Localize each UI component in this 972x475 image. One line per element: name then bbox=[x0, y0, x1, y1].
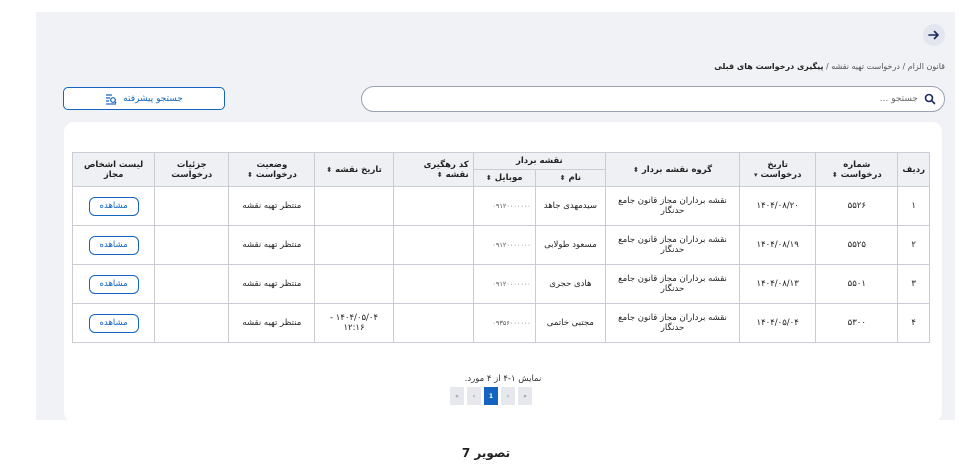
cell-tracking bbox=[392, 303, 474, 343]
cell-row: ۲ bbox=[897, 225, 930, 265]
cell-status: منتظر تهیه نقشه bbox=[228, 186, 316, 226]
cell-group: نقشه برداران مجاز قانون جامع حدنگار bbox=[604, 186, 741, 226]
view-button[interactable]: مشاهده bbox=[88, 235, 139, 255]
search-icon[interactable] bbox=[924, 93, 936, 105]
breadcrumb-separator: / bbox=[899, 62, 908, 71]
cell-mobile: ۰۹۱۲۰۰۰۰۰۰۰ bbox=[472, 264, 536, 304]
cell-row: ۳ bbox=[897, 264, 930, 304]
sort-icon[interactable]: ⬍ bbox=[247, 171, 253, 179]
search-input[interactable] bbox=[398, 94, 918, 104]
cell-tracking bbox=[392, 186, 474, 226]
column-header-details: جزئیات درخواست bbox=[154, 152, 230, 187]
cell-group: نقشه برداران مجاز قانون جامع حدنگار bbox=[604, 303, 741, 343]
sort-desc-icon[interactable]: ▾ bbox=[754, 171, 758, 179]
view-button[interactable]: مشاهده bbox=[88, 196, 139, 216]
sort-icon[interactable]: ⬍ bbox=[437, 171, 443, 179]
cell-details bbox=[154, 303, 230, 343]
page-number-button[interactable]: 1 bbox=[484, 387, 498, 405]
requests-table: ردیف شماره درخواست⬍ تاریخ درخواست▾ گروه … bbox=[71, 152, 930, 343]
breadcrumb-item-law[interactable]: قانون الزام bbox=[908, 62, 945, 71]
filter-search-icon bbox=[106, 93, 117, 105]
cell-mobile: ۰۹۱۲۰۰۰۰۰۰۰ bbox=[472, 186, 536, 226]
column-header-group[interactable]: گروه نقشه بردار⬍ bbox=[604, 152, 741, 187]
column-header-map-date[interactable]: تاریخ نقشه⬍ bbox=[314, 152, 394, 187]
results-summary: نمایش ۱-۴ از ۴ مورد. bbox=[464, 374, 542, 384]
cell-status: منتظر تهیه نقشه bbox=[228, 264, 316, 304]
cell-request-date: ۱۴۰۴/۰۸/۲۰ bbox=[739, 186, 817, 226]
last-page-button[interactable]: » bbox=[518, 387, 532, 405]
cell-map-date bbox=[314, 264, 394, 304]
column-header-request-number[interactable]: شماره درخواست⬍ bbox=[815, 152, 899, 187]
breadcrumb-item-map-request[interactable]: درخواست تهیه نقشه bbox=[831, 62, 900, 71]
cell-mobile: ۰۹۳۵۶۰۰۰۰۰۰ bbox=[472, 303, 536, 343]
column-header-request-date[interactable]: تاریخ درخواست▾ bbox=[739, 152, 817, 187]
cell-map-date bbox=[314, 186, 394, 226]
first-page-button[interactable]: « bbox=[450, 387, 464, 405]
cell-request-date: ۱۴۰۴/۰۵/۰۴ bbox=[739, 303, 817, 343]
cell-name: سیدمهدی جاهد bbox=[534, 186, 606, 226]
search-box[interactable] bbox=[361, 86, 945, 112]
cell-tracking bbox=[392, 264, 474, 304]
breadcrumb: قانون الزام / درخواست تهیه نقشه / پیگیری… bbox=[714, 62, 945, 71]
sort-icon[interactable]: ⬍ bbox=[633, 166, 639, 174]
back-button[interactable] bbox=[923, 24, 945, 46]
sort-icon[interactable]: ⬍ bbox=[486, 174, 492, 182]
cell-request-number: ۵۳۰۰ bbox=[815, 303, 899, 343]
table-row: ۳ ۵۵۰۱ ۱۴۰۴/۰۸/۱۳ نقشه برداران مجاز قانو… bbox=[71, 264, 930, 304]
cell-row: ۴ bbox=[897, 303, 930, 343]
figure-caption: تصویر 7 bbox=[461, 446, 511, 460]
cell-request-date: ۱۴۰۴/۰۸/۱۳ bbox=[739, 264, 817, 304]
cell-authorized: مشاهده bbox=[71, 225, 156, 265]
cell-name: مسعود طولابی bbox=[534, 225, 606, 265]
cell-authorized: مشاهده bbox=[71, 186, 156, 226]
cell-mobile: ۰۹۱۲۰۰۰۰۰۰۰ bbox=[472, 225, 536, 265]
cell-tracking bbox=[392, 225, 474, 265]
cell-authorized: مشاهده bbox=[71, 303, 156, 343]
column-header-mobile[interactable]: موبایل⬍ bbox=[472, 169, 536, 187]
cell-map-date: ۱۴۰۴/۰۵/۰۴ - ۱۲:۱۶ bbox=[314, 303, 394, 343]
table-row: ۴ ۵۳۰۰ ۱۴۰۴/۰۵/۰۴ نقشه برداران مجاز قانو… bbox=[71, 303, 930, 343]
pagination: « ‹ 1 › » bbox=[450, 387, 532, 405]
column-header-name[interactable]: نام⬍ bbox=[534, 169, 606, 187]
cell-request-date: ۱۴۰۴/۰۸/۱۹ bbox=[739, 225, 817, 265]
next-page-button[interactable]: › bbox=[501, 387, 515, 405]
app-screen: قانون الزام / درخواست تهیه نقشه / پیگیری… bbox=[36, 12, 955, 420]
prev-page-button[interactable]: ‹ bbox=[467, 387, 481, 405]
view-button[interactable]: مشاهده bbox=[88, 274, 139, 294]
cell-status: منتظر تهیه نقشه bbox=[228, 303, 316, 343]
cell-group: نقشه برداران مجاز قانون جامع حدنگار bbox=[604, 225, 741, 265]
view-button[interactable]: مشاهده bbox=[88, 313, 139, 333]
cell-details bbox=[154, 225, 230, 265]
results-card: ردیف شماره درخواست⬍ تاریخ درخواست▾ گروه … bbox=[64, 122, 942, 420]
cell-details bbox=[154, 186, 230, 226]
cell-authorized: مشاهده bbox=[71, 264, 156, 304]
cell-request-number: ۵۵۲۶ bbox=[815, 186, 899, 226]
sort-icon[interactable]: ⬍ bbox=[560, 174, 566, 182]
table-row: ۱ ۵۵۲۶ ۱۴۰۴/۰۸/۲۰ نقشه برداران مجاز قانو… bbox=[71, 186, 930, 226]
advanced-search-label: جستجو پیشرفته bbox=[123, 93, 183, 104]
column-header-authorized: لیست اشخاص مجاز bbox=[71, 152, 156, 187]
table-row: ۲ ۵۵۲۵ ۱۴۰۴/۰۸/۱۹ نقشه برداران مجاز قانو… bbox=[71, 225, 930, 265]
cell-status: منتظر تهیه نقشه bbox=[228, 225, 316, 265]
sort-icon[interactable]: ⬍ bbox=[326, 166, 332, 174]
arrow-right-icon bbox=[928, 30, 939, 40]
cell-group: نقشه برداران مجاز قانون جامع حدنگار bbox=[604, 264, 741, 304]
cell-request-number: ۵۵۲۵ bbox=[815, 225, 899, 265]
sort-icon[interactable]: ⬍ bbox=[832, 171, 838, 179]
column-header-tracking[interactable]: کد رهگیری نقشه⬍ bbox=[392, 152, 474, 187]
cell-request-number: ۵۵۰۱ bbox=[815, 264, 899, 304]
cell-row: ۱ bbox=[897, 186, 930, 226]
column-header-surveyor: نقشه بردار bbox=[472, 152, 606, 170]
advanced-search-button[interactable]: جستجو پیشرفته bbox=[63, 87, 225, 110]
cell-map-date bbox=[314, 225, 394, 265]
cell-name: مجتبی خاتمی bbox=[534, 303, 606, 343]
column-header-status[interactable]: وضعیت درخواست⬍ bbox=[228, 152, 316, 187]
breadcrumb-current: پیگیری درخواست های قبلی bbox=[714, 62, 824, 71]
column-header-row: ردیف bbox=[897, 152, 930, 187]
cell-name: هادی حجری bbox=[534, 264, 606, 304]
cell-details bbox=[154, 264, 230, 304]
